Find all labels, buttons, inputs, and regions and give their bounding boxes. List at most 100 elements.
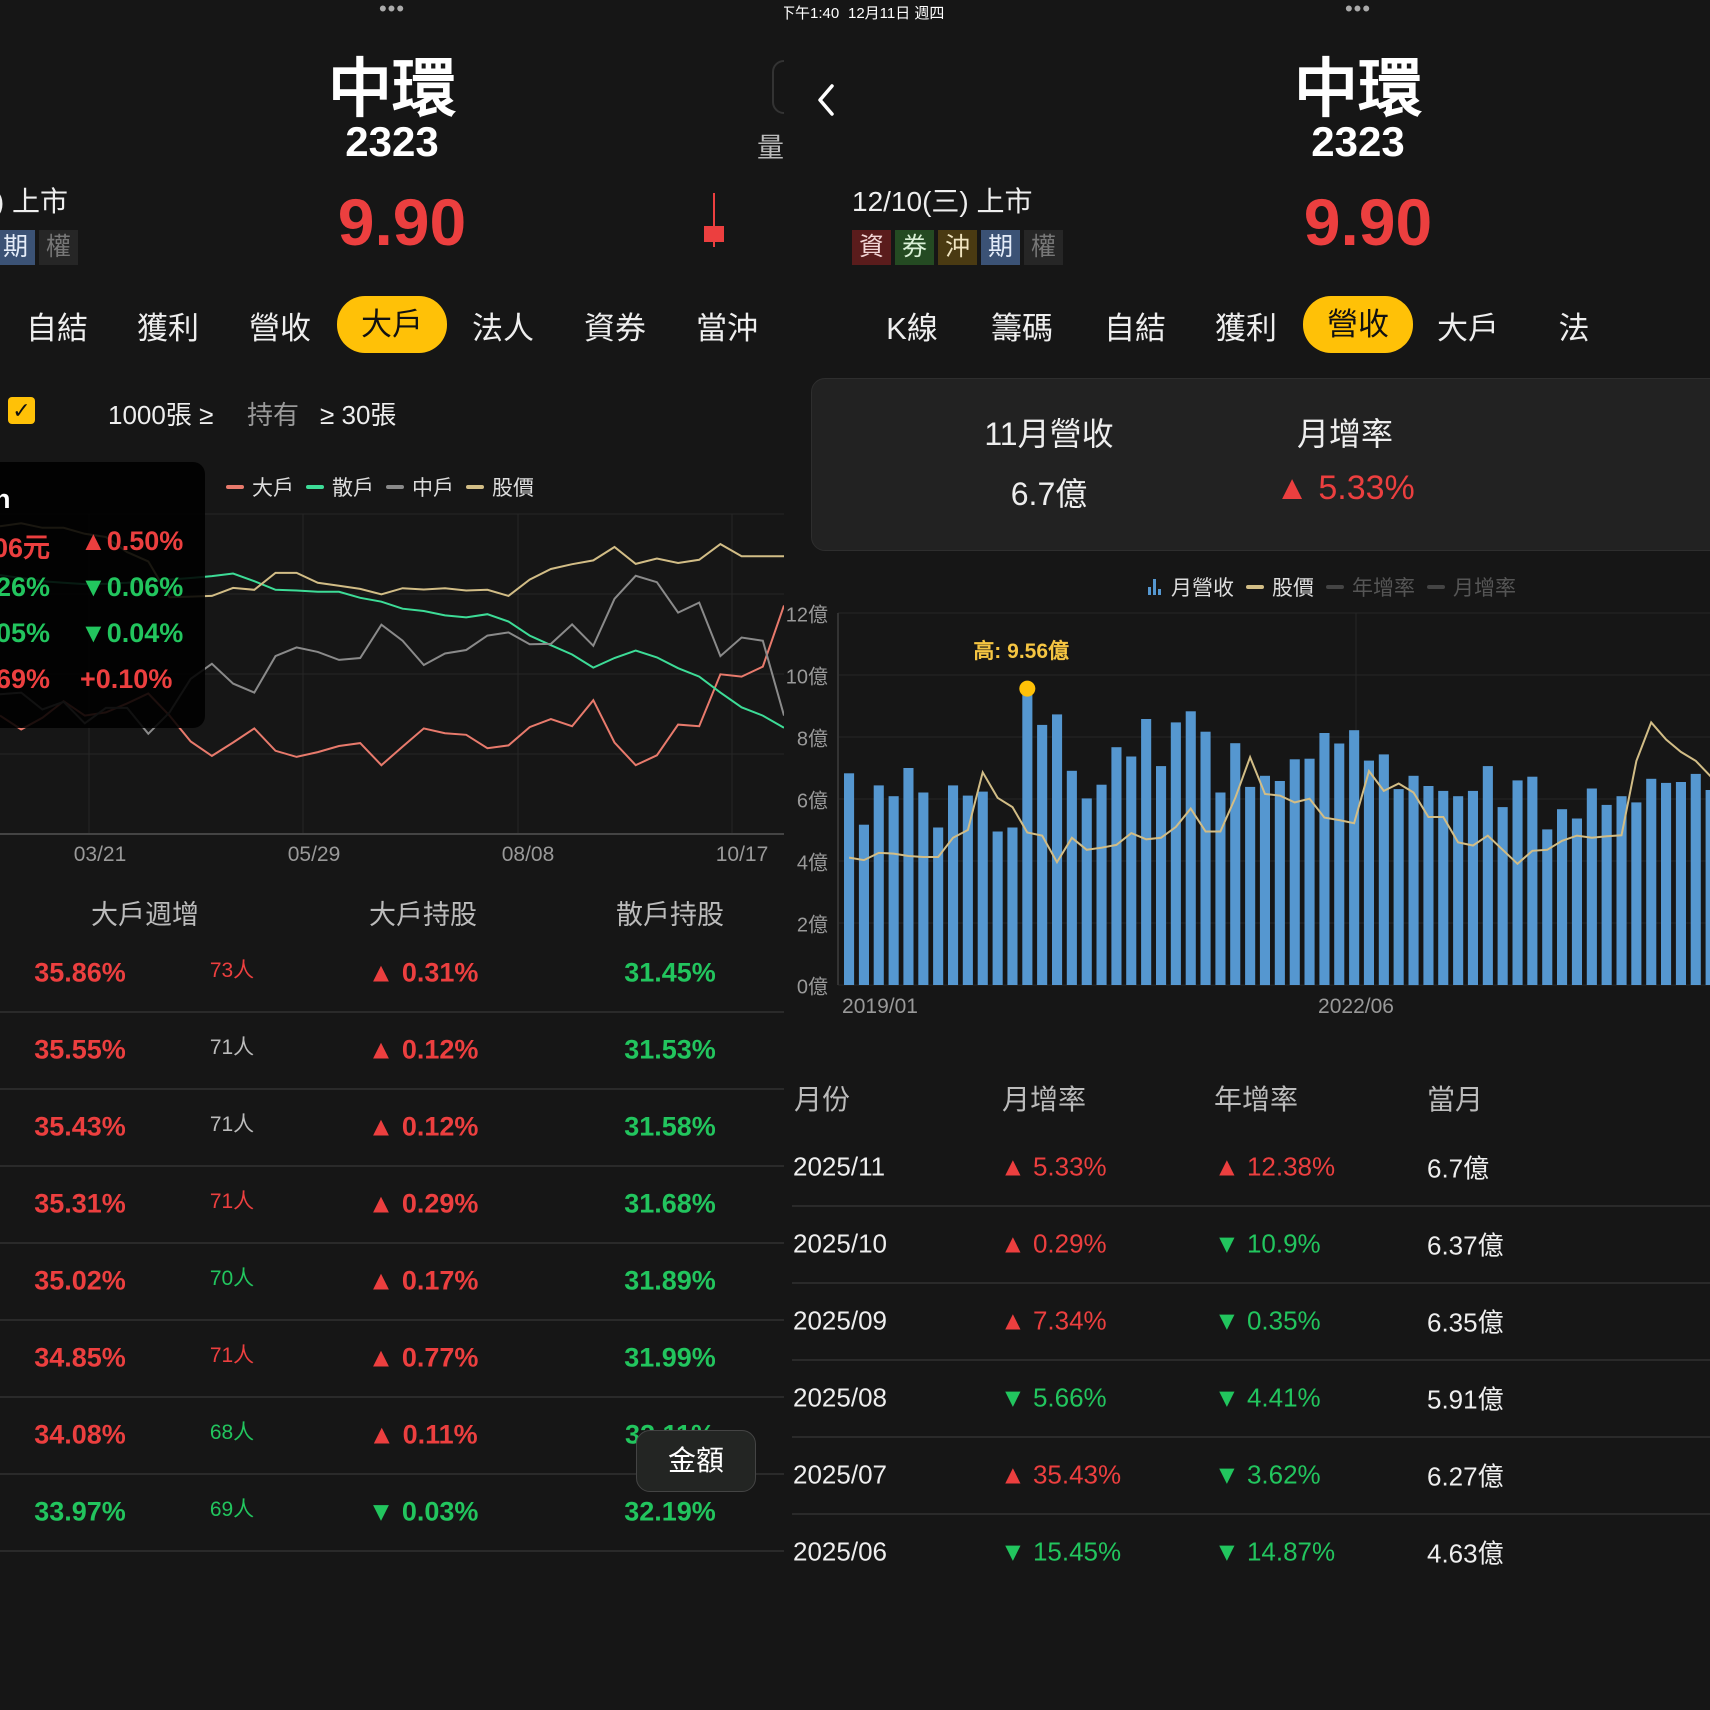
revenue-bar[interactable] bbox=[844, 773, 855, 985]
revenue-bar[interactable] bbox=[1467, 790, 1478, 985]
revenue-bar[interactable] bbox=[1304, 758, 1315, 985]
column-header[interactable]: 散戶持股 bbox=[616, 893, 724, 932]
revenue-bar[interactable] bbox=[1096, 784, 1107, 985]
tab-2[interactable]: 營收 bbox=[249, 303, 311, 348]
tab-3[interactable]: 獲利 bbox=[1215, 303, 1277, 348]
column-header[interactable]: 月增率 bbox=[1002, 1078, 1086, 1118]
revenue-bar[interactable] bbox=[858, 824, 869, 985]
revenue-bar[interactable] bbox=[1482, 766, 1493, 985]
revenue-bar[interactable] bbox=[888, 796, 899, 985]
revenue-bar[interactable] bbox=[1631, 802, 1642, 985]
column-header[interactable]: 大戶週增 bbox=[91, 893, 199, 932]
tab-5[interactable]: 大戶 bbox=[1437, 303, 1499, 348]
tab-5[interactable]: 資券 bbox=[584, 303, 646, 348]
revenue-bar[interactable] bbox=[873, 785, 884, 985]
revenue-bar[interactable] bbox=[1111, 747, 1122, 985]
revenue-bar[interactable] bbox=[903, 768, 914, 985]
revenue-bar[interactable] bbox=[1052, 714, 1063, 985]
tooltip-value: 06元 bbox=[0, 533, 50, 563]
revenue-bar[interactable] bbox=[1512, 780, 1523, 985]
revenue-bar[interactable] bbox=[1363, 760, 1374, 985]
tab-2[interactable]: 自結 bbox=[1104, 303, 1166, 348]
revenue-bar[interactable] bbox=[1022, 688, 1033, 985]
column-header[interactable]: 月份 bbox=[794, 1078, 850, 1118]
revenue-bar[interactable] bbox=[1675, 782, 1686, 985]
revenue-bar[interactable] bbox=[1661, 782, 1672, 985]
amount-button[interactable]: 金額 bbox=[636, 1430, 756, 1492]
revenue-bar[interactable] bbox=[1586, 788, 1597, 986]
more-dots-icon[interactable]: ••• bbox=[379, 0, 405, 22]
tab-4[interactable]: 營收 bbox=[1303, 296, 1413, 353]
revenue-bar[interactable] bbox=[1319, 733, 1330, 985]
legend-big[interactable]: 大戶 bbox=[252, 472, 294, 502]
revenue-bar[interactable] bbox=[977, 791, 988, 985]
revenue-bar[interactable] bbox=[1616, 796, 1627, 985]
column-header[interactable]: 年增率 bbox=[1214, 1078, 1298, 1118]
monthly-revenue: 6.37億 bbox=[1427, 1230, 1504, 1261]
holder-count: 73人 bbox=[209, 959, 255, 982]
revenue-bar[interactable] bbox=[1037, 724, 1048, 985]
revenue-bar[interactable] bbox=[948, 785, 959, 985]
column-header[interactable]: 大戶持股 bbox=[369, 893, 477, 932]
legend-revenue[interactable]: 月營收 bbox=[1171, 572, 1234, 602]
legend-price[interactable]: 股價 bbox=[1272, 572, 1314, 602]
revenue-bar[interactable] bbox=[1690, 773, 1701, 985]
revenue-bar[interactable] bbox=[1571, 818, 1582, 986]
revenue-bar[interactable] bbox=[1081, 798, 1092, 985]
revenue-bar[interactable] bbox=[1453, 796, 1464, 985]
revenue-bar[interactable] bbox=[1542, 829, 1553, 985]
legend-mom[interactable]: 月增率 bbox=[1453, 572, 1516, 602]
tab-1[interactable]: 籌碼 bbox=[991, 303, 1053, 348]
revenue-bar[interactable] bbox=[1601, 804, 1612, 985]
legend-mid[interactable]: 中戶 bbox=[412, 472, 454, 502]
chart-mini-box[interactable] bbox=[772, 60, 784, 114]
more-dots-icon[interactable]: ••• bbox=[1345, 0, 1371, 22]
holder-count: 68人 bbox=[209, 1421, 255, 1444]
column-header[interactable]: 當月 bbox=[1427, 1078, 1483, 1118]
revenue-bar[interactable] bbox=[1408, 775, 1419, 986]
legend-retail[interactable]: 散戶 bbox=[332, 472, 374, 502]
revenue-bar[interactable] bbox=[1438, 790, 1449, 985]
legend-yoy[interactable]: 年增率 bbox=[1352, 572, 1415, 602]
revenue-bar[interactable] bbox=[992, 831, 1003, 986]
revenue-bar[interactable] bbox=[1126, 756, 1137, 986]
revenue-bar[interactable] bbox=[1185, 711, 1196, 985]
revenue-label: 11月營收 bbox=[984, 416, 1114, 452]
revenue-bar[interactable] bbox=[1230, 743, 1241, 985]
revenue-bar[interactable] bbox=[1245, 786, 1256, 985]
x-tick-label: 03/21 bbox=[73, 843, 127, 866]
revenue-bar[interactable] bbox=[1066, 770, 1077, 985]
revenue-bar[interactable] bbox=[1200, 731, 1211, 985]
tab-6[interactable]: 法 bbox=[1559, 303, 1590, 348]
revenue-bar[interactable] bbox=[1274, 781, 1285, 985]
revenue-bar[interactable] bbox=[1170, 722, 1181, 985]
revenue-bar[interactable] bbox=[918, 792, 929, 986]
filter-min-label[interactable]: 1000張 ≥ bbox=[108, 395, 213, 432]
revenue-bar[interactable] bbox=[1334, 743, 1345, 986]
revenue-bar[interactable] bbox=[1259, 775, 1270, 986]
filter-max-label[interactable]: ≥ 30張 bbox=[320, 395, 396, 432]
tab-3[interactable]: 大戶 bbox=[337, 296, 447, 353]
revenue-bar[interactable] bbox=[1393, 789, 1404, 985]
revenue-bar[interactable] bbox=[1289, 759, 1300, 985]
tab-6[interactable]: 當沖 bbox=[696, 303, 758, 348]
holding-filter-checkbox[interactable]: ✓ bbox=[8, 397, 35, 424]
tab-4[interactable]: 法人 bbox=[472, 303, 534, 348]
tab-0[interactable]: K線 bbox=[886, 303, 938, 348]
back-chevron-icon[interactable] bbox=[814, 82, 838, 118]
revenue-bar[interactable] bbox=[1141, 719, 1152, 985]
tab-0[interactable]: 自結 bbox=[26, 303, 88, 348]
revenue-bar[interactable] bbox=[1349, 730, 1360, 985]
mom-rate: ▲ 35.43% bbox=[1000, 1459, 1122, 1490]
revenue-bar[interactable] bbox=[1705, 790, 1710, 985]
revenue-bar[interactable] bbox=[1156, 766, 1167, 985]
revenue-bar[interactable] bbox=[1007, 827, 1018, 986]
revenue-bar-chart[interactable] bbox=[784, 600, 1710, 1000]
revenue-bar[interactable] bbox=[1497, 807, 1508, 985]
revenue-bar[interactable] bbox=[1557, 809, 1568, 985]
revenue-bar[interactable] bbox=[962, 795, 973, 985]
revenue-bar[interactable] bbox=[1646, 778, 1657, 985]
legend-price[interactable]: 股價 bbox=[492, 472, 534, 502]
tab-1[interactable]: 獲利 bbox=[137, 303, 199, 348]
revenue-bar[interactable] bbox=[1527, 776, 1538, 985]
